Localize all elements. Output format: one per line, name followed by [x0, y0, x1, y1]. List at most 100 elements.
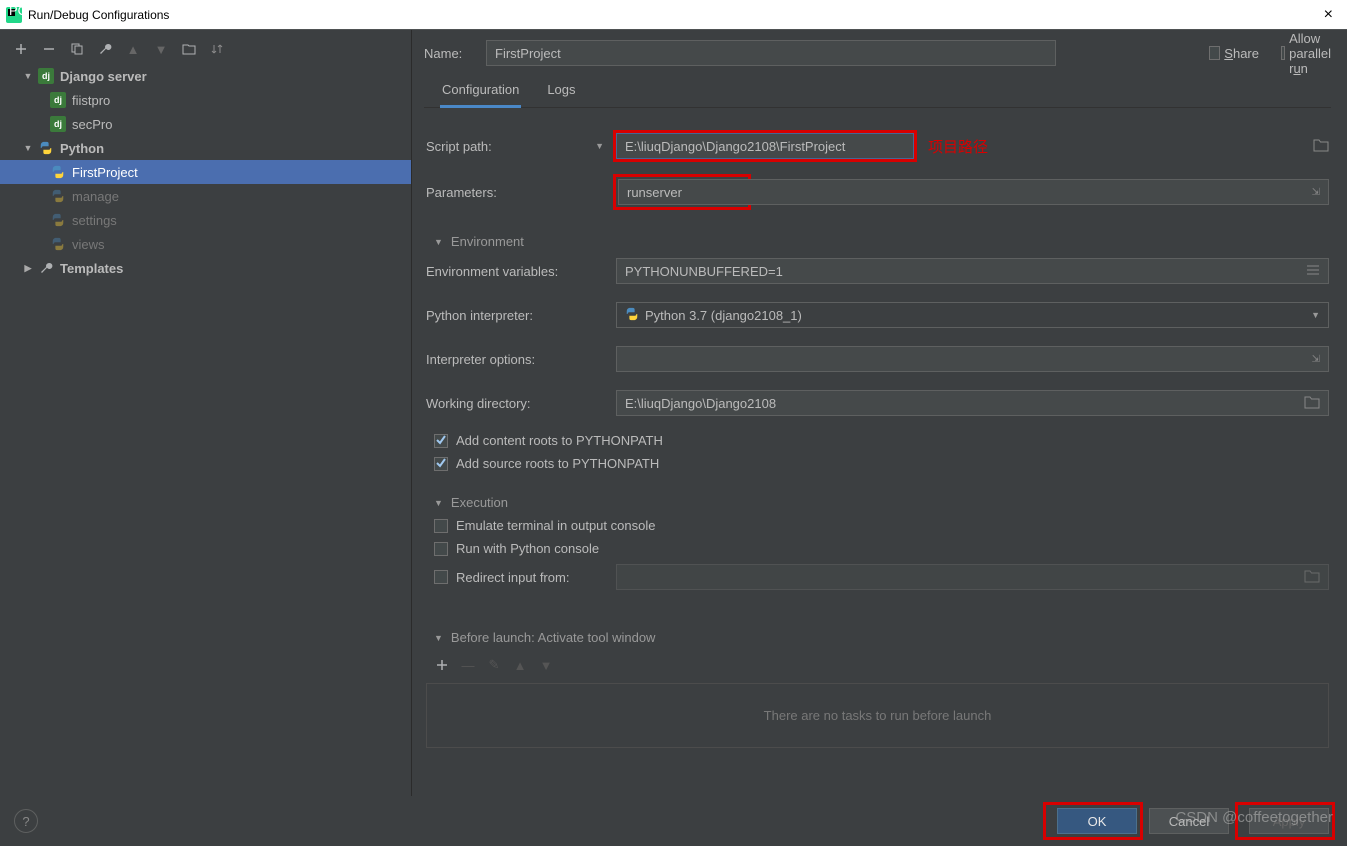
highlight-annotation: OK	[1045, 804, 1141, 838]
browse-folder-icon[interactable]	[1304, 569, 1320, 586]
remove-icon[interactable]	[38, 38, 60, 60]
checkbox-icon[interactable]	[434, 570, 448, 584]
apply-button[interactable]: Apply	[1249, 808, 1329, 834]
annotation-text: 项目路径	[928, 136, 988, 157]
interp-options-input[interactable]: ⇲	[616, 346, 1329, 372]
tabs: Configuration Logs	[424, 76, 1331, 108]
working-dir-input[interactable]: E:\liuqDjango\Django2108	[616, 390, 1329, 416]
section-title: Environment	[451, 234, 524, 249]
add-source-roots-checkbox[interactable]: Add source roots to PYTHONPATH	[426, 452, 1329, 475]
edit-icon[interactable]: ✎	[484, 655, 504, 675]
tree-item-manage[interactable]: manage	[0, 184, 411, 208]
parameters-input-ext[interactable]: ⇲	[745, 179, 1329, 205]
environment-section-header[interactable]: ▼ Environment	[426, 226, 1329, 253]
chevron-down-icon: ▼	[434, 633, 443, 643]
tree-item-settings[interactable]: settings	[0, 208, 411, 232]
list-icon[interactable]	[1306, 264, 1320, 279]
redirect-input-row: Redirect input from:	[426, 560, 1329, 594]
expand-icon[interactable]: ⇲	[1312, 354, 1320, 365]
checkbox-checked-icon	[434, 457, 448, 471]
share-checkbox[interactable]: SSharehare	[1209, 46, 1259, 61]
tab-configuration[interactable]: Configuration	[440, 76, 521, 107]
parameters-input[interactable]: runserver	[618, 179, 746, 205]
highlight-annotation: Apply	[1237, 804, 1333, 838]
checkbox-icon	[1209, 46, 1220, 60]
checkbox-label: Add content roots to PYTHONPATH	[456, 433, 663, 448]
script-path-label: Script path: ▼	[426, 139, 616, 154]
browse-folder-icon[interactable]	[1304, 395, 1320, 412]
chevron-down-icon: ▼	[1311, 310, 1320, 320]
before-launch-section-header[interactable]: ▼ Before launch: Activate tool window	[426, 622, 1329, 649]
chevron-down-icon: ▼	[22, 71, 34, 81]
before-launch-empty: There are no tasks to run before launch	[426, 683, 1329, 748]
down-icon[interactable]: ▼	[150, 38, 172, 60]
remove-icon[interactable]: —	[458, 655, 478, 675]
checkbox-label: Add source roots to PYTHONPATH	[456, 456, 659, 471]
close-icon[interactable]: ×	[1316, 6, 1341, 24]
env-vars-label: Environment variables:	[426, 264, 616, 279]
browse-folder-icon[interactable]	[1313, 138, 1329, 155]
redirect-input-field[interactable]	[616, 564, 1329, 590]
tree-item-fiistpro[interactable]: dj fiistpro	[0, 88, 411, 112]
script-path-input[interactable]: E:\liuqDjango\Django2108\FirstProject	[616, 133, 914, 159]
main-content: ▲ ▼ ▼ dj Django server dj fiistpro dj se…	[0, 30, 1347, 796]
python-icon	[50, 188, 66, 204]
tree-item-secpro[interactable]: dj secPro	[0, 112, 411, 136]
checkbox-icon	[434, 542, 448, 556]
env-vars-input[interactable]: PYTHONUNBUFFERED=1	[616, 258, 1329, 284]
script-path-value: E:\liuqDjango\Django2108\FirstProject	[625, 139, 845, 154]
python-icon	[625, 307, 639, 324]
execution-section-header[interactable]: ▼ Execution	[426, 487, 1329, 514]
python-icon	[38, 140, 54, 156]
checkbox-icon	[434, 519, 448, 533]
tab-logs[interactable]: Logs	[545, 76, 577, 107]
checkbox-label: Emulate terminal in output console	[456, 518, 655, 533]
run-python-console-checkbox[interactable]: Run with Python console	[426, 537, 1329, 560]
sort-icon[interactable]	[206, 38, 228, 60]
tree-label: fiistpro	[72, 93, 110, 108]
title-bar: PC Run/Debug Configurations ×	[0, 0, 1347, 30]
add-icon[interactable]	[432, 655, 452, 675]
parameters-value: runserver	[627, 185, 682, 200]
tree-label: Templates	[60, 261, 123, 276]
cancel-button[interactable]: Cancel	[1149, 808, 1229, 834]
ok-button[interactable]: OK	[1057, 808, 1137, 834]
emulate-terminal-checkbox[interactable]: Emulate terminal in output console	[426, 514, 1329, 537]
redirect-input-label: Redirect input from:	[456, 570, 608, 585]
down-icon[interactable]: ▼	[536, 655, 556, 675]
copy-icon[interactable]	[66, 38, 88, 60]
add-icon[interactable]	[10, 38, 32, 60]
dialog-button-bar: ? OK Cancel Apply	[0, 796, 1347, 846]
tree-item-views[interactable]: views	[0, 232, 411, 256]
add-content-roots-checkbox[interactable]: Add content roots to PYTHONPATH	[426, 429, 1329, 452]
name-input[interactable]	[486, 40, 1056, 66]
tree-group-python[interactable]: ▼ Python	[0, 136, 411, 160]
up-icon[interactable]: ▲	[122, 38, 144, 60]
chevron-down-icon: ▼	[434, 498, 443, 508]
tree-label: settings	[72, 213, 117, 228]
tree-item-firstproject[interactable]: FirstProject	[0, 160, 411, 184]
django-icon: dj	[38, 68, 54, 84]
form-area: Script path: ▼ E:\liuqDjango\Django2108\…	[424, 108, 1331, 796]
help-button[interactable]: ?	[14, 809, 38, 833]
tree-label: secPro	[72, 117, 112, 132]
django-icon: dj	[50, 116, 66, 132]
name-label: Name:	[424, 46, 474, 61]
up-icon[interactable]: ▲	[510, 655, 530, 675]
configuration-form: Name: SSharehare Allow parallel run Conf…	[412, 30, 1347, 796]
tree-group-django-server[interactable]: ▼ dj Django server	[0, 64, 411, 88]
tree-group-templates[interactable]: ▶ Templates	[0, 256, 411, 280]
pycharm-icon: PC	[6, 7, 22, 23]
python-icon	[50, 236, 66, 252]
wrench-icon[interactable]	[94, 38, 116, 60]
expand-icon[interactable]: ⇲	[1312, 187, 1320, 198]
tree-label: views	[72, 237, 105, 252]
chevron-down-icon[interactable]: ▼	[595, 141, 604, 151]
interpreter-dropdown[interactable]: Python 3.7 (django2108_1) ▼	[616, 302, 1329, 328]
env-vars-value: PYTHONUNBUFFERED=1	[625, 264, 783, 279]
folder-icon[interactable]	[178, 38, 200, 60]
chevron-down-icon: ▼	[434, 237, 443, 247]
allow-parallel-checkbox[interactable]: Allow parallel run	[1281, 31, 1331, 76]
window-title: Run/Debug Configurations	[28, 8, 1316, 22]
chevron-right-icon: ▶	[22, 263, 34, 274]
